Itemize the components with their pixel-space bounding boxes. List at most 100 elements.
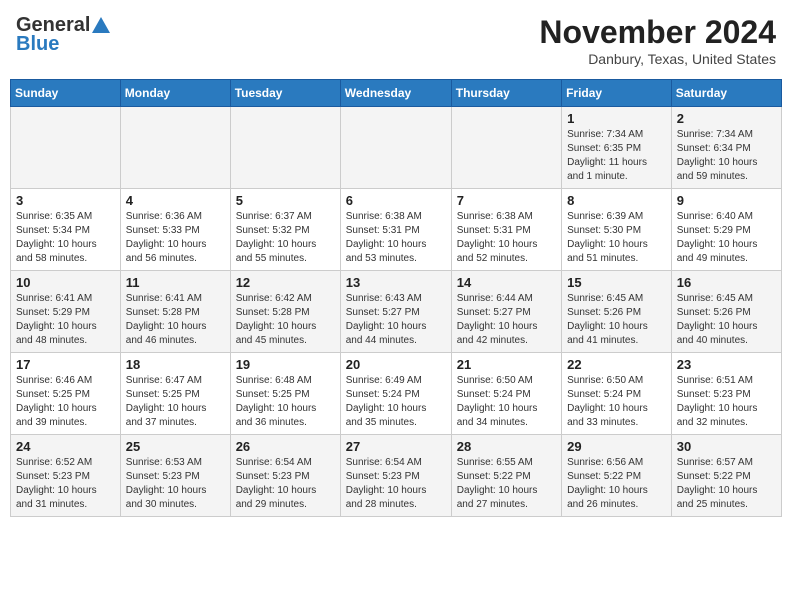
weekday-header: Thursday bbox=[451, 80, 561, 107]
calendar-week-row: 10 Sunrise: 6:41 AM Sunset: 5:29 PM Dayli… bbox=[11, 271, 782, 353]
calendar-cell: 13 Sunrise: 6:43 AM Sunset: 5:27 PM Dayli… bbox=[340, 271, 451, 353]
day-info: Sunrise: 6:43 AM Sunset: 5:27 PM Dayligh… bbox=[346, 292, 446, 348]
day-info: Sunrise: 6:44 AM Sunset: 5:27 PM Dayligh… bbox=[457, 292, 556, 348]
day-number: 16 bbox=[677, 275, 776, 290]
calendar-cell: 8 Sunrise: 6:39 AM Sunset: 5:30 PM Daylig… bbox=[562, 189, 672, 271]
day-info: Sunrise: 6:57 AM Sunset: 5:22 PM Dayligh… bbox=[677, 456, 776, 512]
day-info: Sunrise: 6:53 AM Sunset: 5:23 PM Dayligh… bbox=[126, 456, 225, 512]
day-number: 18 bbox=[126, 357, 225, 372]
calendar-cell: 25 Sunrise: 6:53 AM Sunset: 5:23 PM Dayli… bbox=[120, 435, 230, 517]
day-info: Sunrise: 6:54 AM Sunset: 5:23 PM Dayligh… bbox=[346, 456, 446, 512]
calendar-cell: 11Sunrise: 6:41 AM Sunset: 5:28 PM Dayli… bbox=[120, 271, 230, 353]
day-number: 9 bbox=[677, 193, 776, 208]
day-number: 10 bbox=[16, 275, 115, 290]
day-info: Sunrise: 6:41 AM Sunset: 5:28 PM Dayligh… bbox=[126, 292, 225, 348]
day-info: Sunrise: 6:45 AM Sunset: 5:26 PM Dayligh… bbox=[567, 292, 666, 348]
calendar-cell: 24Sunrise: 6:52 AM Sunset: 5:23 PM Dayli… bbox=[11, 435, 121, 517]
day-info: Sunrise: 7:34 AM Sunset: 6:34 PM Dayligh… bbox=[677, 128, 776, 184]
calendar-cell bbox=[11, 107, 121, 189]
day-number: 1 bbox=[567, 111, 666, 126]
calendar-cell: 4 Sunrise: 6:36 AM Sunset: 5:33 PM Daylig… bbox=[120, 189, 230, 271]
calendar-cell: 18 Sunrise: 6:47 AM Sunset: 5:25 PM Dayli… bbox=[120, 353, 230, 435]
weekday-header: Friday bbox=[562, 80, 672, 107]
calendar-week-row: 1 Sunrise: 7:34 AM Sunset: 6:35 PM Daylig… bbox=[11, 107, 782, 189]
day-info: Sunrise: 6:49 AM Sunset: 5:24 PM Dayligh… bbox=[346, 374, 446, 430]
day-number: 4 bbox=[126, 193, 225, 208]
day-number: 29 bbox=[567, 439, 666, 454]
day-number: 23 bbox=[677, 357, 776, 372]
day-info: Sunrise: 6:51 AM Sunset: 5:23 PM Dayligh… bbox=[677, 374, 776, 430]
day-info: Sunrise: 6:47 AM Sunset: 5:25 PM Dayligh… bbox=[126, 374, 225, 430]
calendar-cell: 29 Sunrise: 6:56 AM Sunset: 5:22 PM Dayli… bbox=[562, 435, 672, 517]
calendar-week-row: 17Sunrise: 6:46 AM Sunset: 5:25 PM Dayli… bbox=[11, 353, 782, 435]
calendar-cell: 15 Sunrise: 6:45 AM Sunset: 5:26 PM Dayli… bbox=[562, 271, 672, 353]
calendar-cell: 22Sunrise: 6:50 AM Sunset: 5:24 PM Dayli… bbox=[562, 353, 672, 435]
calendar-cell: 1 Sunrise: 7:34 AM Sunset: 6:35 PM Daylig… bbox=[562, 107, 672, 189]
calendar-cell: 28Sunrise: 6:55 AM Sunset: 5:22 PM Dayli… bbox=[451, 435, 561, 517]
day-info: Sunrise: 7:34 AM Sunset: 6:35 PM Dayligh… bbox=[567, 128, 666, 184]
day-number: 7 bbox=[457, 193, 556, 208]
calendar-week-row: 3 Sunrise: 6:35 AM Sunset: 5:34 PM Daylig… bbox=[11, 189, 782, 271]
day-number: 15 bbox=[567, 275, 666, 290]
day-number: 13 bbox=[346, 275, 446, 290]
calendar-cell: 12 Sunrise: 6:42 AM Sunset: 5:28 PM Dayli… bbox=[230, 271, 340, 353]
day-info: Sunrise: 6:38 AM Sunset: 5:31 PM Dayligh… bbox=[346, 210, 446, 266]
page-subtitle: Danbury, Texas, United States bbox=[539, 51, 776, 67]
calendar-cell: 3 Sunrise: 6:35 AM Sunset: 5:34 PM Daylig… bbox=[11, 189, 121, 271]
day-info: Sunrise: 6:56 AM Sunset: 5:22 PM Dayligh… bbox=[567, 456, 666, 512]
calendar-cell: 30 Sunrise: 6:57 AM Sunset: 5:22 PM Dayli… bbox=[671, 435, 781, 517]
weekday-header: Saturday bbox=[671, 80, 781, 107]
page-title: November 2024 bbox=[539, 14, 776, 51]
calendar-cell: 2Sunrise: 7:34 AM Sunset: 6:34 PM Daylig… bbox=[671, 107, 781, 189]
calendar-cell: 27 Sunrise: 6:54 AM Sunset: 5:23 PM Dayli… bbox=[340, 435, 451, 517]
day-number: 14 bbox=[457, 275, 556, 290]
day-number: 25 bbox=[126, 439, 225, 454]
calendar-cell bbox=[451, 107, 561, 189]
day-number: 3 bbox=[16, 193, 115, 208]
day-number: 5 bbox=[236, 193, 335, 208]
weekday-header: Monday bbox=[120, 80, 230, 107]
calendar-cell: 7Sunrise: 6:38 AM Sunset: 5:31 PM Daylig… bbox=[451, 189, 561, 271]
calendar-cell: 16 Sunrise: 6:45 AM Sunset: 5:26 PM Dayli… bbox=[671, 271, 781, 353]
day-info: Sunrise: 6:42 AM Sunset: 5:28 PM Dayligh… bbox=[236, 292, 335, 348]
day-info: Sunrise: 6:36 AM Sunset: 5:33 PM Dayligh… bbox=[126, 210, 225, 266]
day-info: Sunrise: 6:48 AM Sunset: 5:25 PM Dayligh… bbox=[236, 374, 335, 430]
day-info: Sunrise: 6:41 AM Sunset: 5:29 PM Dayligh… bbox=[16, 292, 115, 348]
day-info: Sunrise: 6:39 AM Sunset: 5:30 PM Dayligh… bbox=[567, 210, 666, 266]
weekday-header: Sunday bbox=[11, 80, 121, 107]
day-number: 30 bbox=[677, 439, 776, 454]
calendar-cell: 19 Sunrise: 6:48 AM Sunset: 5:25 PM Dayli… bbox=[230, 353, 340, 435]
calendar-header-row: SundayMondayTuesdayWednesdayThursdayFrid… bbox=[11, 80, 782, 107]
day-number: 6 bbox=[346, 193, 446, 208]
calendar-cell bbox=[230, 107, 340, 189]
title-block: November 2024 Danbury, Texas, United Sta… bbox=[539, 14, 776, 67]
day-number: 27 bbox=[346, 439, 446, 454]
logo-blue-text: Blue bbox=[16, 33, 59, 56]
day-number: 8 bbox=[567, 193, 666, 208]
day-number: 21 bbox=[457, 357, 556, 372]
day-info: Sunrise: 6:37 AM Sunset: 5:32 PM Dayligh… bbox=[236, 210, 335, 266]
day-number: 20 bbox=[346, 357, 446, 372]
day-number: 26 bbox=[236, 439, 335, 454]
calendar-cell: 5 Sunrise: 6:37 AM Sunset: 5:32 PM Daylig… bbox=[230, 189, 340, 271]
calendar-cell bbox=[120, 107, 230, 189]
calendar-cell: 6 Sunrise: 6:38 AM Sunset: 5:31 PM Daylig… bbox=[340, 189, 451, 271]
calendar-cell: 10 Sunrise: 6:41 AM Sunset: 5:29 PM Dayli… bbox=[11, 271, 121, 353]
day-info: Sunrise: 6:54 AM Sunset: 5:23 PM Dayligh… bbox=[236, 456, 335, 512]
calendar-cell: 17Sunrise: 6:46 AM Sunset: 5:25 PM Dayli… bbox=[11, 353, 121, 435]
logo: General Blue bbox=[16, 14, 110, 56]
day-info: Sunrise: 6:52 AM Sunset: 5:23 PM Dayligh… bbox=[16, 456, 115, 512]
logo-triangle-icon bbox=[92, 15, 110, 33]
calendar-cell: 21Sunrise: 6:50 AM Sunset: 5:24 PM Dayli… bbox=[451, 353, 561, 435]
calendar-cell: 23 Sunrise: 6:51 AM Sunset: 5:23 PM Dayli… bbox=[671, 353, 781, 435]
day-info: Sunrise: 6:40 AM Sunset: 5:29 PM Dayligh… bbox=[677, 210, 776, 266]
day-info: Sunrise: 6:45 AM Sunset: 5:26 PM Dayligh… bbox=[677, 292, 776, 348]
calendar-body: 1 Sunrise: 7:34 AM Sunset: 6:35 PM Daylig… bbox=[11, 107, 782, 517]
day-number: 19 bbox=[236, 357, 335, 372]
day-number: 12 bbox=[236, 275, 335, 290]
weekday-header: Tuesday bbox=[230, 80, 340, 107]
day-info: Sunrise: 6:35 AM Sunset: 5:34 PM Dayligh… bbox=[16, 210, 115, 266]
weekday-header: Wednesday bbox=[340, 80, 451, 107]
calendar-cell bbox=[340, 107, 451, 189]
calendar-cell: 26 Sunrise: 6:54 AM Sunset: 5:23 PM Dayli… bbox=[230, 435, 340, 517]
